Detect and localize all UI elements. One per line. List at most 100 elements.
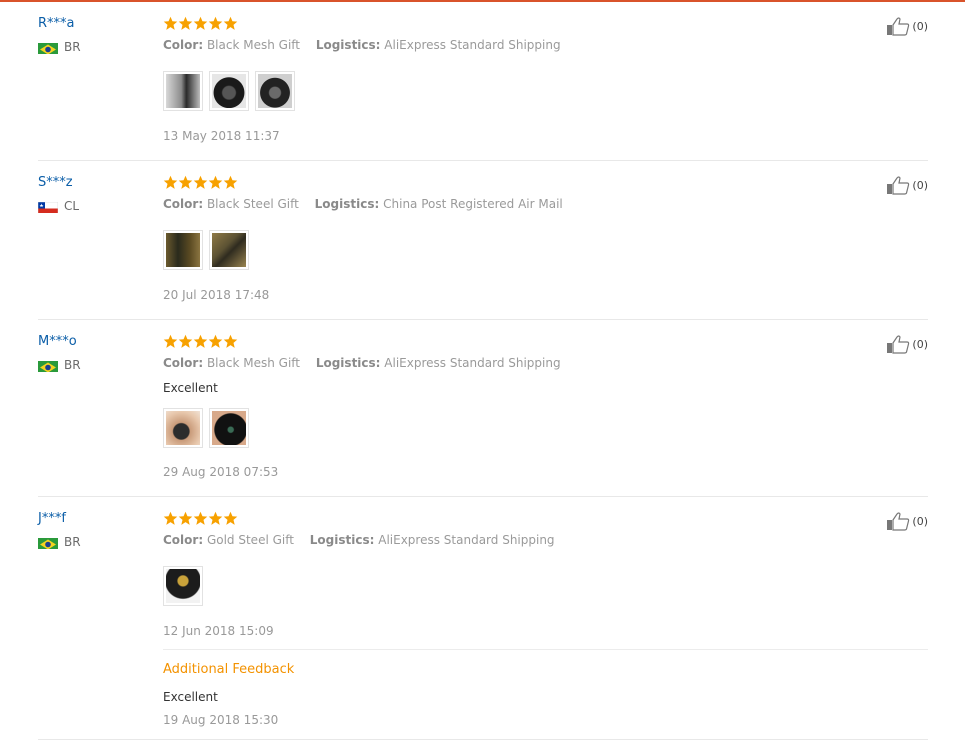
- review-comment: Excellent: [163, 381, 218, 395]
- star-rating: [163, 16, 863, 32]
- review-item: J***f BR Color: Gold Steel Gift Logistic…: [38, 511, 928, 736]
- star-rating: [163, 334, 863, 350]
- additional-feedback-date: 19 Aug 2018 15:30: [163, 713, 279, 727]
- star-icon: [208, 16, 223, 31]
- review-content: Color: Gold Steel Gift Logistics: AliExp…: [163, 511, 928, 727]
- country-code: BR: [64, 535, 81, 549]
- review-photo[interactable]: [163, 408, 203, 448]
- reviewer-name[interactable]: M***o: [38, 334, 77, 349]
- photo-thumbnails: [163, 566, 203, 606]
- helpful-button[interactable]: (0): [886, 334, 928, 354]
- review-date: 12 Jun 2018 15:09: [163, 624, 274, 638]
- star-icon: [163, 334, 178, 349]
- logistics-label: Logistics:: [314, 197, 380, 211]
- review-photo[interactable]: [209, 230, 249, 270]
- logistics-label: Logistics:: [315, 356, 381, 370]
- logistics-label: Logistics:: [309, 533, 375, 547]
- review-content: Color: Black Mesh Gift Logistics: AliExp…: [163, 16, 863, 143]
- star-icon: [223, 175, 238, 190]
- color-value: Gold Steel Gift: [206, 533, 294, 547]
- star-icon: [163, 16, 178, 31]
- logistics-value: AliExpress Standard Shipping: [384, 38, 561, 52]
- reviewer-name[interactable]: R***a: [38, 16, 75, 31]
- country-code: BR: [64, 358, 81, 372]
- star-icon: [163, 175, 178, 190]
- additional-feedback-text: Excellent: [163, 690, 218, 704]
- color-value: Black Mesh Gift: [206, 356, 300, 370]
- review-photo[interactable]: [209, 71, 249, 111]
- review-photo[interactable]: [255, 71, 295, 111]
- review-date: 20 Jul 2018 17:48: [163, 288, 270, 302]
- helpful-count: (0): [912, 514, 928, 528]
- star-icon: [193, 334, 208, 349]
- review-meta: Color: Black Mesh Gift Logistics: AliExp…: [163, 38, 561, 52]
- brazil-flag-icon: [38, 536, 58, 549]
- review-photo[interactable]: [163, 71, 203, 111]
- thumbs-up-icon: [887, 176, 910, 195]
- star-rating: [163, 511, 863, 527]
- star-icon: [163, 511, 178, 526]
- logistics-label: Logistics:: [315, 38, 381, 52]
- review-meta: Color: Black Mesh Gift Logistics: AliExp…: [163, 356, 561, 370]
- star-icon: [208, 334, 223, 349]
- review-item: M***o BR Color: Black Mesh Gift Logistic…: [38, 334, 928, 484]
- review-photo[interactable]: [163, 230, 203, 270]
- star-icon: [193, 511, 208, 526]
- photo-thumbnails: [163, 230, 249, 270]
- photo-thumbnails: [163, 71, 295, 111]
- color-value: Black Mesh Gift: [206, 38, 300, 52]
- helpful-button[interactable]: (0): [886, 511, 928, 531]
- color-label: Color:: [163, 38, 204, 52]
- country-code: BR: [64, 40, 81, 54]
- review-content: Color: Black Mesh Gift Logistics: AliExp…: [163, 334, 863, 479]
- reviewer-country: BR: [38, 40, 81, 54]
- logistics-value: AliExpress Standard Shipping: [384, 356, 561, 370]
- additional-feedback-title: Additional Feedback: [163, 662, 295, 677]
- reviewer-name[interactable]: S***z: [38, 175, 73, 190]
- helpful-count: (0): [912, 178, 928, 192]
- color-value: Black Steel Gift: [206, 197, 299, 211]
- helpful-count: (0): [912, 19, 928, 33]
- star-icon: [178, 175, 193, 190]
- thumbs-up-icon: [887, 17, 910, 36]
- review-divider: [38, 319, 928, 320]
- color-label: Color:: [163, 197, 204, 211]
- brazil-flag-icon: [38, 359, 58, 372]
- photo-thumbnails: [163, 408, 249, 448]
- review-photo[interactable]: [163, 566, 203, 606]
- thumbs-up-icon: [887, 512, 910, 531]
- helpful-button[interactable]: (0): [886, 16, 928, 36]
- additional-feedback-divider: [163, 649, 928, 650]
- star-icon: [193, 16, 208, 31]
- star-icon: [223, 511, 238, 526]
- review-item: S***z CL Color: Black Steel Gift Logisti…: [38, 175, 928, 305]
- review-photo[interactable]: [209, 408, 249, 448]
- star-icon: [193, 175, 208, 190]
- star-icon: [178, 16, 193, 31]
- reviewer-name[interactable]: J***f: [38, 511, 66, 526]
- star-rating: [163, 175, 863, 191]
- star-icon: [208, 511, 223, 526]
- star-icon: [178, 334, 193, 349]
- review-date: 13 May 2018 11:37: [163, 129, 280, 143]
- helpful-count: (0): [912, 337, 928, 351]
- review-divider: [38, 160, 928, 161]
- review-meta: Color: Gold Steel Gift Logistics: AliExp…: [163, 533, 555, 547]
- reviewer-country: BR: [38, 535, 81, 549]
- brazil-flag-icon: [38, 41, 58, 54]
- star-icon: [223, 334, 238, 349]
- review-item: R***a BR Color: Black Mesh Gift Logistic…: [38, 16, 928, 146]
- reviewer-country: CL: [38, 199, 79, 213]
- logistics-value: China Post Registered Air Mail: [383, 197, 563, 211]
- country-code: CL: [64, 199, 80, 213]
- reviewer-country: BR: [38, 358, 81, 372]
- top-border: [0, 0, 965, 2]
- star-icon: [223, 16, 238, 31]
- review-meta: Color: Black Steel Gift Logistics: China…: [163, 197, 563, 211]
- review-divider: [38, 739, 928, 740]
- logistics-value: AliExpress Standard Shipping: [378, 533, 555, 547]
- star-icon: [208, 175, 223, 190]
- helpful-button[interactable]: (0): [886, 175, 928, 195]
- color-label: Color:: [163, 356, 204, 370]
- review-divider: [38, 496, 928, 497]
